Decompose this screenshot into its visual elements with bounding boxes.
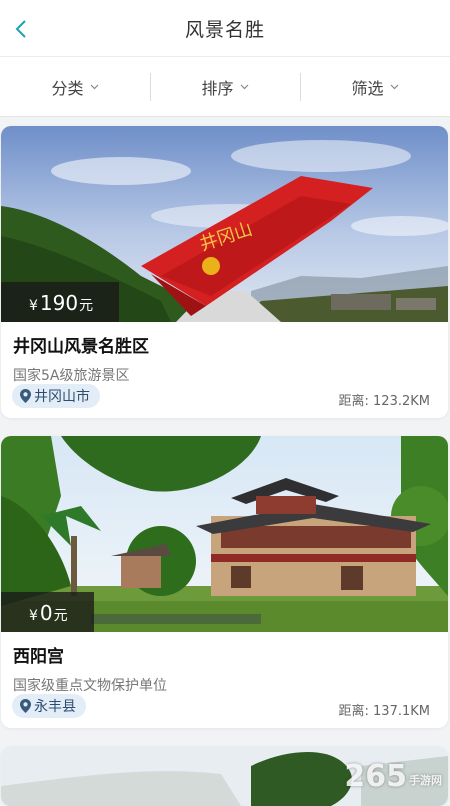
- price-unit: 元: [54, 605, 68, 625]
- filter-screen-label: 筛选: [351, 75, 383, 99]
- back-button[interactable]: [6, 12, 36, 46]
- watermark-suffix: 手游网: [409, 772, 442, 788]
- filter-screen[interactable]: 筛选: [300, 57, 450, 117]
- card-body: 井冈山风景名胜区 国家5A级旅游景区 井冈山市 距离: 123.2KM: [1, 322, 448, 418]
- page-title: 风景名胜: [185, 15, 265, 42]
- chevron-down-icon: [240, 84, 249, 90]
- price-value: 0: [40, 601, 53, 625]
- location-tag[interactable]: 井冈山市: [12, 384, 100, 408]
- price-tag: ¥ 190 元: [1, 282, 119, 322]
- price-currency: ¥: [29, 608, 38, 624]
- location-label: 井冈山市: [34, 386, 90, 406]
- watermark-logo: 265 手游网: [344, 759, 442, 794]
- card-body: 西阳宫 国家级重点文物保护单位 永丰县 距离: 137.1KM: [1, 632, 448, 728]
- filter-category-label: 分类: [51, 75, 83, 99]
- price-unit: 元: [79, 295, 93, 315]
- chevron-left-icon: [14, 19, 28, 39]
- map-pin-icon: [20, 699, 31, 713]
- filter-sort-label: 排序: [201, 75, 233, 99]
- chevron-down-icon: [390, 84, 399, 90]
- distance-label: 距离: 137.1KM: [339, 700, 430, 719]
- filter-bar: 分类 排序 筛选: [0, 57, 450, 117]
- scenic-image: ¥ 0 元: [1, 436, 448, 632]
- filter-sort[interactable]: 排序: [150, 57, 300, 117]
- watermark-text: 265: [344, 759, 407, 794]
- scenic-card[interactable]: 井冈山 ¥ 190 元 井冈山风景名胜区 国家5A级旅游景区 井冈山市 距离: …: [1, 126, 448, 418]
- map-pin-icon: [20, 389, 31, 403]
- app-header: 风景名胜: [0, 0, 450, 57]
- scenic-name: 井冈山风景名胜区: [13, 332, 436, 357]
- price-value: 190: [40, 291, 78, 315]
- location-tag[interactable]: 永丰县: [12, 694, 86, 718]
- filter-category[interactable]: 分类: [0, 57, 150, 117]
- price-tag: ¥ 0 元: [1, 592, 94, 632]
- distance-label: 距离: 123.2KM: [339, 390, 430, 409]
- scenic-description: 国家5A级旅游景区: [13, 365, 436, 385]
- location-label: 永丰县: [34, 696, 76, 716]
- scenic-image: 井冈山 ¥ 190 元: [1, 126, 448, 322]
- chevron-down-icon: [90, 84, 99, 90]
- scenic-card[interactable]: ¥ 0 元 西阳宫 国家级重点文物保护单位 永丰县 距离: 137.1KM: [1, 436, 448, 728]
- scenic-description: 国家级重点文物保护单位: [13, 675, 436, 695]
- scenic-name: 西阳宫: [13, 642, 436, 667]
- price-currency: ¥: [29, 298, 38, 314]
